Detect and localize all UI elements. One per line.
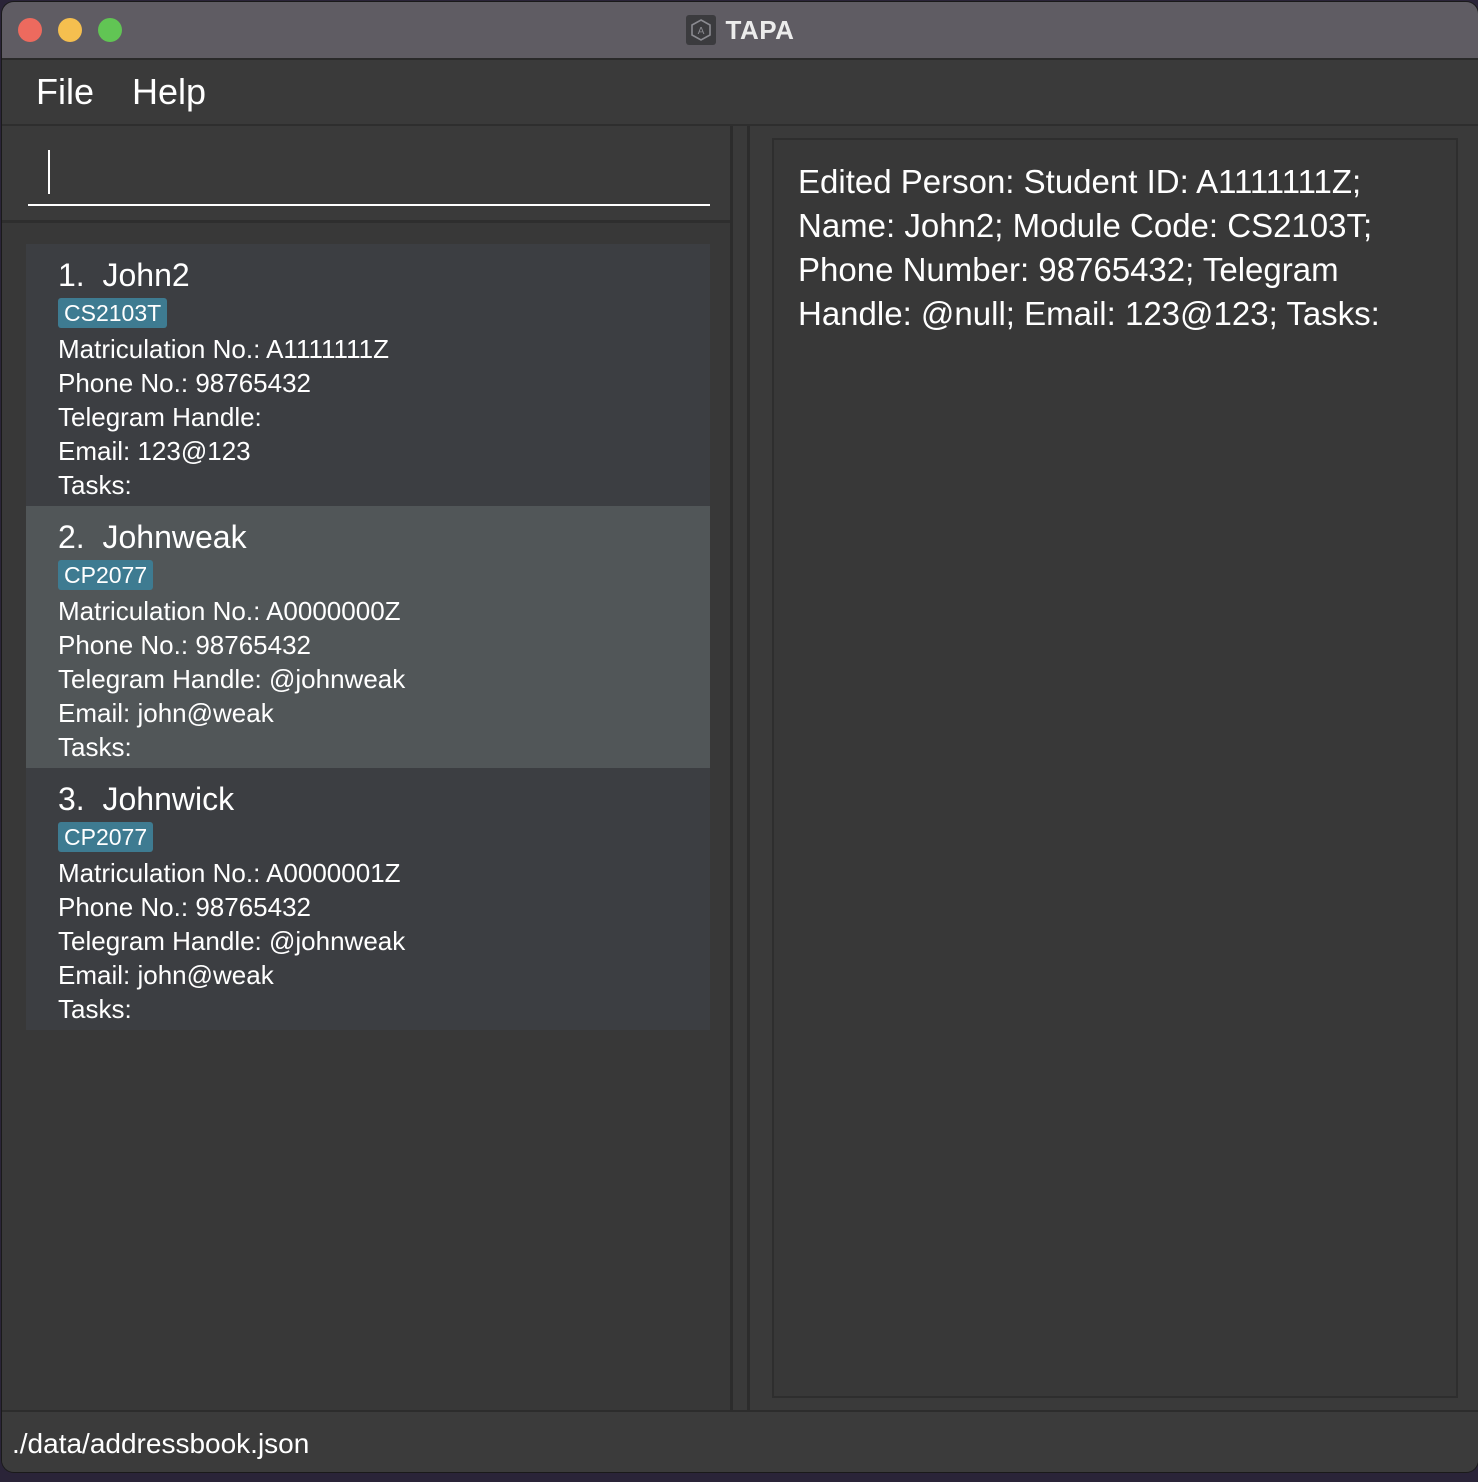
result-message: Edited Person: Student ID: A1111111Z; Na… <box>798 163 1380 332</box>
person-index: 2. <box>58 519 85 555</box>
result-pane: Edited Person: Student ID: A1111111Z; Na… <box>750 126 1478 1410</box>
person-name-line: 2. Johnweak <box>58 520 710 554</box>
command-box <box>2 126 730 223</box>
matric-number: Matriculation No.: A1111111Z <box>58 334 389 364</box>
email: Email: john@weak <box>58 960 274 990</box>
save-location-path: ./data/addressbook.json <box>12 1428 310 1459</box>
person-card-selected[interactable]: 2. Johnweak CP2077 Matriculation No.: A0… <box>26 506 710 768</box>
person-name: Johnweak <box>102 519 247 555</box>
tasks: Tasks: <box>58 470 132 500</box>
person-name: John2 <box>102 257 190 293</box>
telegram-handle: Telegram Handle: @johnweak <box>58 664 406 694</box>
window-title: TAPA <box>725 14 795 45</box>
person-index: 1. <box>58 257 85 293</box>
title-bar: A TAPA <box>2 2 1478 60</box>
person-name-line: 1. John2 <box>58 258 710 292</box>
menu-help[interactable]: Help <box>132 71 206 113</box>
telegram-handle: Telegram Handle: @johnweak <box>58 926 406 956</box>
matric-number: Matriculation No.: A0000000Z <box>58 596 401 626</box>
matric-number: Matriculation No.: A0000001Z <box>58 858 401 888</box>
text-caret <box>48 150 50 194</box>
module-tag: CP2077 <box>58 822 154 852</box>
person-list[interactable]: 1. John2 CS2103T Matriculation No.: A111… <box>26 244 710 1030</box>
module-tag: CS2103T <box>58 298 168 328</box>
menu-bar: File Help <box>2 60 1478 126</box>
command-input[interactable] <box>28 144 710 206</box>
phone-number: Phone No.: 98765432 <box>58 630 311 660</box>
tasks: Tasks: <box>58 994 132 1024</box>
status-bar: ./data/addressbook.json <box>2 1410 1478 1472</box>
person-card[interactable]: 3. Johnwick CP2077 Matriculation No.: A0… <box>26 768 710 1030</box>
person-name-line: 3. Johnwick <box>58 782 710 816</box>
menu-file[interactable]: File <box>36 71 94 113</box>
email: Email: 123@123 <box>58 436 251 466</box>
person-index: 3. <box>58 781 85 817</box>
split-pane-divider[interactable] <box>730 126 750 1410</box>
phone-number: Phone No.: 98765432 <box>58 368 311 398</box>
app-window: A TAPA File Help 1. John2 CS2103T Matric… <box>2 2 1478 1472</box>
phone-number: Phone No.: 98765432 <box>58 892 311 922</box>
svg-text:A: A <box>697 26 704 37</box>
email: Email: john@weak <box>58 698 274 728</box>
person-name: Johnwick <box>102 781 235 817</box>
result-display[interactable]: Edited Person: Student ID: A1111111Z; Na… <box>772 138 1458 1398</box>
person-list-pane: 1. John2 CS2103T Matriculation No.: A111… <box>2 126 730 1410</box>
module-tag: CP2077 <box>58 560 154 590</box>
tasks: Tasks: <box>58 732 132 762</box>
hexagon-a-icon: A <box>685 15 716 45</box>
person-card[interactable]: 1. John2 CS2103T Matriculation No.: A111… <box>26 244 710 506</box>
telegram-handle: Telegram Handle: <box>58 402 262 432</box>
